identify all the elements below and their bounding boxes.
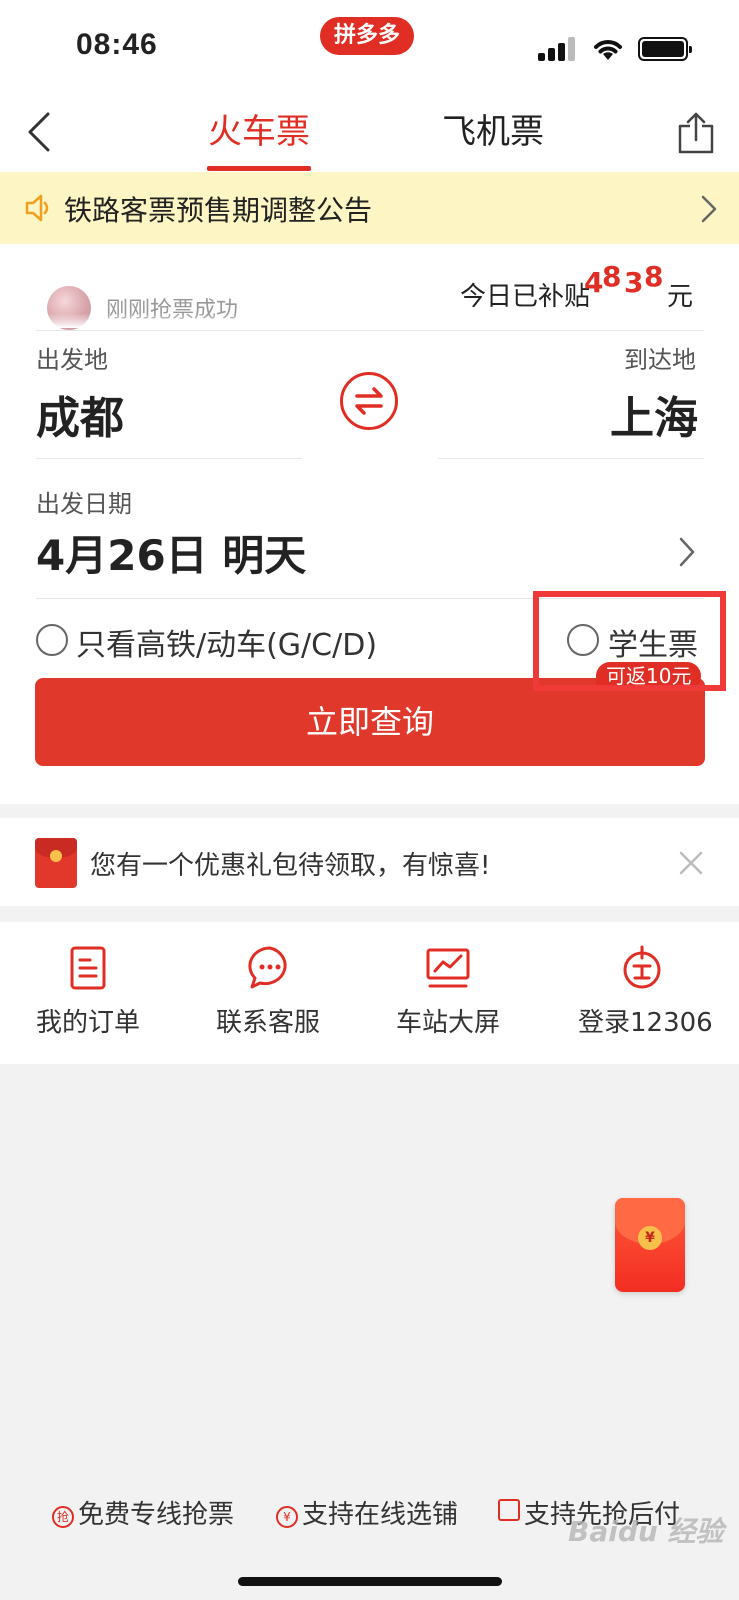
divider (438, 458, 704, 459)
departure-label: 出发地 (36, 346, 108, 374)
grab-icon: 抢 (52, 1506, 74, 1528)
search-button[interactable]: 立即查询 (35, 678, 705, 766)
chevron-right-icon[interactable] (678, 536, 696, 568)
quick-menu: 我的订单 联系客服 车站大屏 登录12306 (0, 922, 739, 1064)
arrival-label: 到达地 (624, 346, 696, 374)
chevron-right-icon (701, 195, 717, 223)
menu-item-station-screen[interactable]: 车站大屏 (360, 922, 540, 1064)
bag-icon (498, 1499, 520, 1521)
menu-label: 联系客服 (216, 1008, 321, 1038)
screen-icon (426, 948, 470, 988)
back-icon[interactable] (22, 110, 62, 154)
order-icon (70, 946, 106, 990)
announcement-text: 铁路客票预售期调整公告 (64, 194, 373, 227)
divider (36, 458, 302, 459)
signal-icon (538, 37, 578, 61)
subsidy-label: 今日已补贴 (460, 282, 591, 312)
speaker-icon (25, 194, 49, 222)
subsidy-digit: 8 (644, 260, 664, 293)
status-bar: 08:46 拼多多 (0, 0, 739, 90)
red-envelope-icon (35, 838, 77, 888)
promo-banner[interactable]: 您有一个优惠礼包待领取，有惊喜! (0, 818, 739, 906)
subsidy-digit: 3 (624, 266, 644, 299)
swap-cities-button[interactable] (340, 372, 398, 430)
high-speed-only-radio[interactable] (36, 624, 68, 656)
menu-label: 车站大屏 (396, 1008, 501, 1038)
ticker-message: 刚刚抢票成功 (106, 298, 239, 323)
feature-free-grab: 抢免费专线抢票 (52, 1494, 234, 1531)
feature-label: 免费专线抢票 (78, 1500, 235, 1530)
menu-label: 登录12306 (578, 1008, 713, 1038)
floating-red-packet-button[interactable]: ¥ (615, 1198, 685, 1292)
divider (36, 330, 704, 331)
subsidy-unit: 元 (667, 282, 694, 312)
subsidy-digit: 4 (584, 266, 604, 299)
home-indicator (238, 1577, 502, 1586)
feature-online-berth: ¥ 支持在线选铺 (276, 1494, 458, 1531)
chat-icon (248, 946, 287, 989)
annotation-highlight-box (533, 591, 726, 691)
login-icon (623, 945, 661, 989)
date-label: 出发日期 (36, 490, 132, 518)
app-badge: 拼多多 (320, 17, 415, 55)
yuan-icon: ¥ (276, 1506, 298, 1528)
close-icon[interactable] (678, 850, 704, 876)
user-avatar (47, 286, 91, 330)
nav-bar: 火车票 飞机票 (0, 90, 739, 172)
yuan-coin-icon: ¥ (638, 1226, 662, 1250)
tab-train-tickets[interactable]: 火车票 (208, 104, 310, 164)
announcement-bar[interactable]: 铁路客票预售期调整公告 (0, 172, 739, 244)
feature-label: 支持在线选铺 (302, 1500, 459, 1530)
watermark: Baidu 经验 (568, 1515, 724, 1548)
arrival-city[interactable]: 上海 (610, 382, 698, 446)
battery-icon (638, 37, 692, 61)
departure-city[interactable]: 成都 (36, 382, 124, 446)
status-time: 08:46 (76, 28, 158, 61)
share-icon[interactable] (676, 112, 716, 154)
menu-item-login-12306[interactable]: 登录12306 (540, 922, 739, 1064)
subsidy-digit: 8 (602, 260, 622, 293)
wifi-icon (594, 40, 622, 60)
high-speed-only-label[interactable]: 只看高铁/动车(G/C/D) (76, 620, 377, 664)
promo-text: 您有一个优惠礼包待领取，有惊喜! (90, 851, 491, 881)
active-tab-indicator (207, 166, 311, 171)
menu-item-customer-service[interactable]: 联系客服 (180, 922, 360, 1064)
departure-date[interactable]: 4月26日 明天 (36, 522, 306, 583)
swap-icon (355, 387, 383, 415)
menu-label: 我的订单 (36, 1008, 141, 1038)
menu-item-my-orders[interactable]: 我的订单 (0, 922, 180, 1064)
tab-flight-tickets[interactable]: 飞机票 (442, 104, 544, 164)
